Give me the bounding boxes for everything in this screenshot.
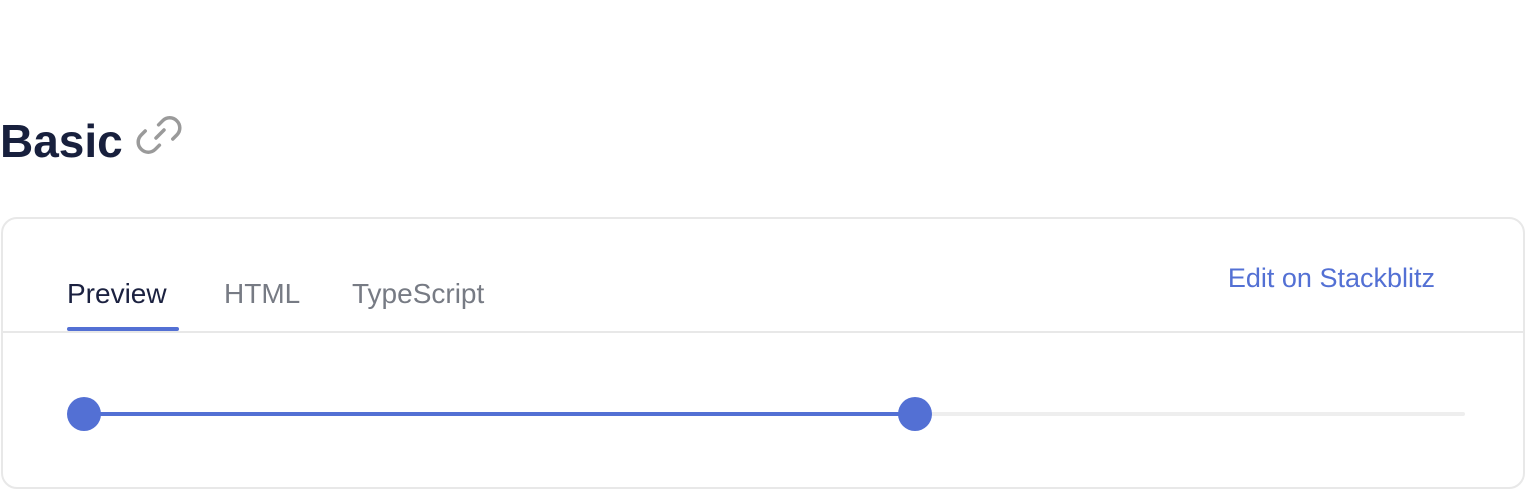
tab-html[interactable]: HTML — [224, 257, 306, 331]
documentation-page: Basic Preview HTML TypeScript Edit on St… — [0, 0, 1528, 494]
section-title: Basic — [0, 115, 123, 167]
preview-panel — [3, 333, 1523, 487]
slider-selected-range — [84, 412, 915, 416]
range-slider[interactable] — [67, 397, 1465, 431]
slider-end-thumb[interactable] — [898, 397, 932, 431]
tab-preview[interactable]: Preview — [67, 257, 179, 331]
link-icon — [136, 116, 182, 154]
section-anchor-link[interactable] — [135, 111, 183, 159]
section-heading: Basic — [0, 106, 183, 176]
edit-on-stackblitz-link[interactable]: Edit on Stackblitz — [1228, 258, 1435, 298]
code-tabs-bar: Preview HTML TypeScript Edit on Stackbli… — [3, 219, 1523, 333]
slider-start-thumb[interactable] — [67, 397, 101, 431]
demo-card: Preview HTML TypeScript Edit on Stackbli… — [1, 217, 1525, 489]
tab-typescript[interactable]: TypeScript — [352, 257, 510, 331]
